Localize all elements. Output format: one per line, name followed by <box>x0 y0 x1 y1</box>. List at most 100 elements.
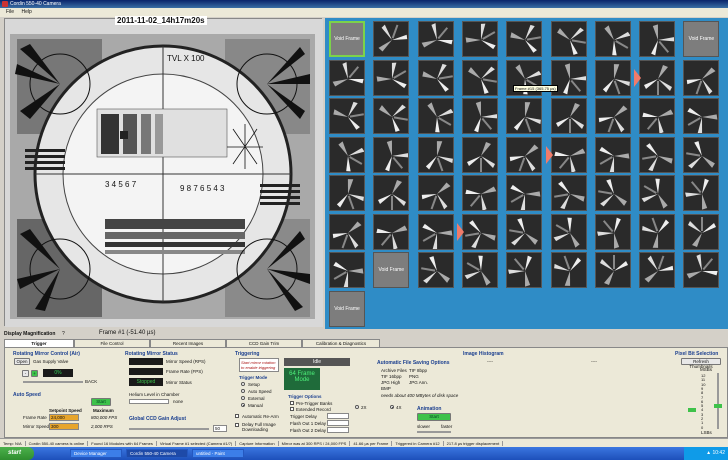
task-cordin-camera[interactable]: Cordin 550-40 Camera <box>126 449 188 458</box>
frame-thumbnail[interactable] <box>639 252 676 288</box>
mode-setup-radio[interactable] <box>241 382 245 386</box>
frame-thumbnail[interactable] <box>461 136 498 173</box>
frame-thumbnail[interactable] <box>461 98 498 134</box>
mode-auto-radio[interactable] <box>241 389 245 393</box>
frame-thumbnail[interactable] <box>461 175 498 211</box>
trigger-delay-input[interactable] <box>327 413 349 419</box>
frame-thumbnail[interactable] <box>639 175 676 211</box>
pretrigger-checkbox[interactable] <box>290 401 294 405</box>
mode-external-radio[interactable] <box>241 396 245 400</box>
frame-thumbnail[interactable] <box>683 175 720 211</box>
image-viewer[interactable]: TVL X 100 3 4 5 6 7 9 8 7 6 5 4 3 2011-1… <box>4 16 323 327</box>
frame-thumbnail[interactable] <box>683 252 720 288</box>
frame-thumbnail[interactable] <box>329 252 365 288</box>
bit-slider-handle[interactable] <box>714 404 722 408</box>
frame-thumbnail[interactable] <box>550 252 587 288</box>
bit-slider-handle-left[interactable] <box>688 408 696 412</box>
void-frame-thumbnail[interactable]: Void Frame <box>373 252 410 288</box>
frame-thumbnail[interactable] <box>417 213 454 250</box>
frame-thumbnail[interactable] <box>461 21 498 57</box>
void-frame-thumbnail[interactable]: Void Frame <box>683 21 720 57</box>
frame-thumbnail[interactable] <box>639 59 676 96</box>
decrease-button[interactable]: - <box>22 370 29 377</box>
frame-thumbnail[interactable] <box>550 213 587 250</box>
magnification-value[interactable]: ? <box>62 331 65 337</box>
tif8-option[interactable]: TIF 8bpp <box>409 368 427 373</box>
animation-speed-slider[interactable] <box>417 431 451 433</box>
frame-thumbnail[interactable] <box>373 98 410 134</box>
frame-thumbnail[interactable] <box>594 213 631 250</box>
frame-thumbnail-grid[interactable]: Void Frame Void Frame Void Frame Void Frame… <box>325 18 728 329</box>
frame-thumbnail[interactable] <box>683 136 720 173</box>
frame-thumbnail[interactable] <box>417 59 454 96</box>
task-paint[interactable]: untitled - Paint <box>192 449 244 458</box>
frame-rate-input[interactable]: 24,000 <box>49 414 79 421</box>
frame-thumbnail[interactable] <box>683 59 720 96</box>
frame-thumbnail[interactable] <box>594 59 631 96</box>
frame-thumbnail[interactable] <box>550 175 587 211</box>
frame-thumbnail[interactable] <box>683 98 720 134</box>
frame-thumbnail[interactable] <box>417 21 454 57</box>
frame-thumbnail[interactable] <box>506 252 543 288</box>
frame-thumbnail[interactable] <box>506 21 543 57</box>
frame-thumbnail[interactable] <box>639 136 676 173</box>
open-valve-button[interactable]: Open <box>14 358 30 365</box>
frame-thumbnail[interactable] <box>373 213 410 250</box>
x2-radio[interactable] <box>355 405 359 409</box>
bit-scale[interactable]: 12 11 10 9 8 7 6 5 4 3 2 1 0 <box>701 373 715 430</box>
frame-thumbnail[interactable] <box>329 213 365 250</box>
frame-thumbnail[interactable] <box>639 98 676 134</box>
jpg-ann-option[interactable]: JPG Ann. <box>409 380 428 385</box>
frame-thumbnail[interactable] <box>373 59 410 96</box>
void-frame-thumbnail[interactable]: Void Frame <box>329 290 365 327</box>
x4-radio[interactable] <box>390 405 394 409</box>
delay-download-checkbox[interactable] <box>235 423 239 427</box>
frame-thumbnail[interactable] <box>550 21 587 57</box>
frame-thumbnail[interactable] <box>329 98 365 134</box>
gain-value[interactable]: 50 <box>213 425 227 432</box>
menu-help[interactable]: Help <box>21 9 31 15</box>
tab-recent-images[interactable]: Recent Images <box>150 339 226 347</box>
frame-thumbnail[interactable] <box>417 136 454 173</box>
increase-button[interactable]: + <box>31 370 38 377</box>
menu-file[interactable]: File <box>6 9 14 15</box>
frame-thumbnail[interactable] <box>417 98 454 134</box>
frame-thumbnail[interactable] <box>417 252 454 288</box>
tab-ccd-gain-trim[interactable]: CCD Gain Trim <box>226 339 302 347</box>
frame-thumbnail[interactable] <box>373 136 410 173</box>
frame-thumbnail[interactable] <box>506 136 543 173</box>
auto-rearm-checkbox[interactable] <box>235 414 239 418</box>
tab-file-control[interactable]: File Control <box>74 339 150 347</box>
gain-slider[interactable] <box>129 428 209 430</box>
frame-thumbnail[interactable] <box>639 213 676 250</box>
flash2-input[interactable] <box>327 427 349 433</box>
frame-thumbnail[interactable] <box>550 136 587 173</box>
frame-thumbnail[interactable] <box>373 175 410 211</box>
frame-thumbnail[interactable] <box>329 175 365 211</box>
animation-start-button[interactable]: Start <box>417 413 451 421</box>
frame-thumbnail[interactable] <box>373 21 410 57</box>
tif16-option[interactable]: TIF 16bpp <box>381 374 402 379</box>
mode-manual-radio[interactable] <box>241 403 245 407</box>
frame-thumbnail[interactable] <box>329 59 365 96</box>
valve-slider[interactable] <box>23 381 83 383</box>
jpg-high-option[interactable]: JPG High <box>381 380 400 385</box>
auto-speed-start-button[interactable]: Start <box>91 398 111 406</box>
frame-thumbnail[interactable] <box>639 21 676 57</box>
frame-thumbnail[interactable] <box>594 175 631 211</box>
void-frame-thumbnail[interactable]: Void Frame <box>329 21 365 57</box>
frame-thumbnail[interactable] <box>683 213 720 250</box>
frame-thumbnail[interactable] <box>461 59 498 96</box>
task-device-manager[interactable]: Device Manager <box>70 449 122 458</box>
bmp-option[interactable]: BMP <box>381 386 391 391</box>
frame-thumbnail[interactable] <box>461 252 498 288</box>
start-button[interactable]: start <box>0 447 34 460</box>
frame-thumbnail[interactable] <box>329 136 365 173</box>
frame-thumbnail[interactable] <box>461 213 498 250</box>
tab-trigger[interactable]: Trigger <box>4 339 74 347</box>
bit-slider-track[interactable] <box>717 373 719 429</box>
frame-thumbnail[interactable] <box>506 213 543 250</box>
frame-thumbnail[interactable] <box>594 136 631 173</box>
png-option[interactable]: PNG <box>409 374 419 379</box>
tab-calibration[interactable]: Calibration & Diagnostics <box>302 339 380 347</box>
